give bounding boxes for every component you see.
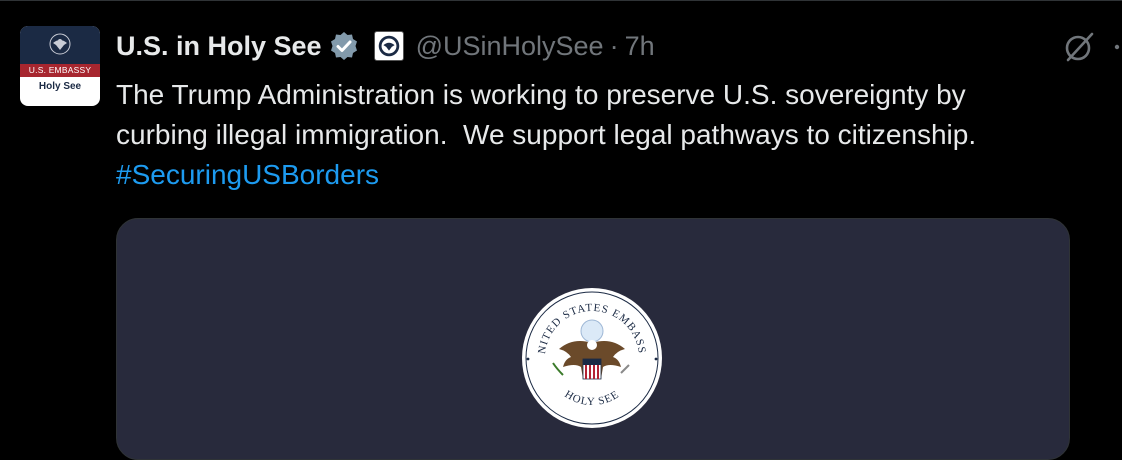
tweet-text-line: curbing illegal immigration. We support … (116, 119, 977, 150)
tweet-header: U.S. in Holy See @USinHolySee · 7h (116, 28, 655, 64)
eagle-emblem-icon (49, 33, 71, 55)
affiliate-badge-icon[interactable] (373, 31, 404, 61)
avatar-header (20, 26, 100, 64)
hashtag-link[interactable]: #SecuringUSBorders (116, 155, 1106, 195)
tweet-text-line: The Trump Administration is working to p… (116, 79, 966, 110)
avatar-sub-text: Holy See (38, 81, 82, 92)
more-icon[interactable] (1112, 42, 1122, 52)
display-name[interactable]: U.S. in Holy See (116, 31, 322, 62)
separator-dot: · (609, 30, 619, 61)
timestamp[interactable]: 7h (625, 31, 655, 62)
top-divider (0, 0, 1122, 1)
embassy-seal-image: UNITED STATES EMBASSY HOLY SEE (521, 287, 662, 428)
verified-badge-icon[interactable] (328, 30, 360, 62)
media-card[interactable]: UNITED STATES EMBASSY HOLY SEE (116, 218, 1070, 460)
tweet-text: The Trump Administration is working to p… (116, 75, 1106, 195)
avatar[interactable]: U.S. EMBASSY Holy See (20, 26, 100, 106)
grok-icon[interactable] (1062, 30, 1096, 64)
handle[interactable]: @USinHolySee (416, 31, 604, 62)
avatar-band-text: U.S. EMBASSY (20, 64, 100, 77)
